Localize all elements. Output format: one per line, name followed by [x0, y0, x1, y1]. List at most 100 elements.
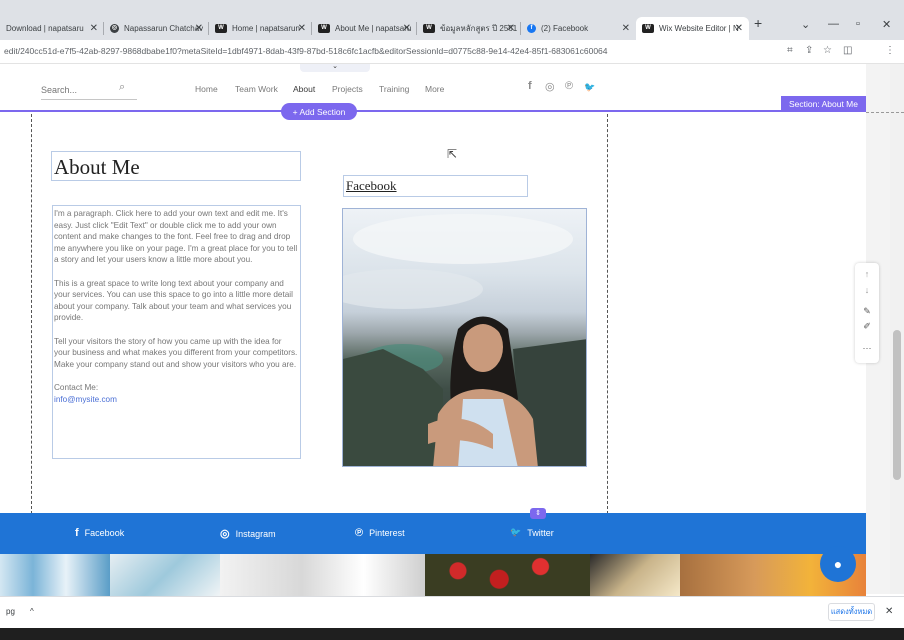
gallery-image[interactable]	[110, 554, 220, 596]
contact-label: Contact Me:	[54, 382, 99, 392]
minimize-button[interactable]: —	[828, 18, 839, 30]
tab-close-icon[interactable]: ✕	[195, 23, 203, 34]
bottom-edge	[0, 628, 904, 640]
menu-kebab-icon[interactable]: ⋮	[885, 45, 895, 56]
chat-bubble-icon: ●	[833, 556, 843, 572]
grid-guide-right	[607, 114, 608, 514]
facebook-link[interactable]: Facebook	[343, 175, 528, 197]
pinterest-icon: ℗	[355, 527, 364, 539]
twitter-icon: 🐦	[510, 527, 522, 537]
facebook-icon[interactable]: f	[528, 80, 532, 92]
footer-pinterest-link[interactable]: ℗ Pinterest	[355, 527, 405, 539]
gallery-image[interactable]	[220, 554, 425, 596]
tab-label: Download | napatsaru	[6, 24, 84, 33]
nav-about[interactable]: About	[293, 84, 315, 94]
footer-instagram-link[interactable]: ◎ Instagram	[220, 527, 276, 540]
tab-facebook[interactable]: f (2) Facebook ✕	[521, 17, 636, 40]
section-label[interactable]: Section: About Me	[781, 96, 866, 111]
page-title[interactable]: About Me	[51, 151, 301, 181]
show-all-button[interactable]: แสดงทั้งหมด	[828, 603, 875, 621]
footer-link-label: Facebook	[84, 528, 125, 538]
wix-icon: W	[215, 24, 227, 33]
social-footer	[0, 513, 866, 554]
scrollbar-track[interactable]	[890, 64, 904, 594]
facebook-icon: f	[527, 24, 536, 33]
close-download-bar-icon[interactable]: ✕	[885, 606, 893, 617]
tab-close-icon[interactable]: ✕	[507, 23, 515, 34]
add-section-button[interactable]: + Add Section	[281, 103, 357, 120]
section-divider	[0, 110, 866, 112]
grid-guide-top	[866, 112, 904, 113]
address-bar[interactable]: edit/240cc51d-e7f5-42ab-8297-9868dbabe1f…	[0, 40, 904, 98]
instagram-icon[interactable]: ◎	[545, 80, 555, 93]
nav-projects[interactable]: Projects	[332, 84, 363, 94]
tab-close-icon[interactable]: ✕	[298, 23, 306, 34]
tab-about-me[interactable]: W About Me | napatsaru ✕	[312, 17, 417, 40]
bookmark-star-icon[interactable]: ☆	[823, 45, 832, 56]
about-paragraph[interactable]: I'm a paragraph. Click here to add your …	[52, 205, 301, 459]
nav-team-work[interactable]: Team Work	[235, 84, 278, 94]
globe-icon: ◎	[110, 24, 119, 33]
nav-home[interactable]: Home	[195, 84, 218, 94]
wix-icon: W	[318, 24, 330, 33]
tab-home[interactable]: W Home | napatsarun ✕	[209, 17, 312, 40]
section-resize-handle[interactable]: ⇕	[530, 508, 546, 519]
facebook-icon: f	[75, 527, 79, 539]
share-icon[interactable]: ⇪	[805, 45, 813, 56]
tab-label: Wix Website Editor | N	[659, 24, 739, 33]
tab-label: About Me | napatsaru	[335, 24, 412, 33]
url-text[interactable]: edit/240cc51d-e7f5-42ab-8297-9868dbabe1f…	[4, 46, 608, 56]
tab-close-icon[interactable]: ✕	[403, 23, 411, 34]
more-options-icon[interactable]: ···	[855, 343, 879, 353]
new-tab-button[interactable]: +	[754, 15, 762, 31]
footer-link-label: Twitter	[527, 527, 554, 538]
header-drag-handle[interactable]: ⌄	[300, 63, 370, 72]
tab-download[interactable]: Download | napatsaru ✕	[0, 17, 104, 40]
side-panel-icon[interactable]: ◫	[843, 45, 852, 56]
tab-curriculum[interactable]: W ข้อมูลหลักสูตร ปี 2561 | ✕	[417, 17, 521, 40]
scrollbar-thumb[interactable]	[893, 330, 901, 480]
gallery-image[interactable]	[590, 554, 680, 596]
nav-more[interactable]: More	[425, 84, 444, 94]
tab-wix-editor[interactable]: W Wix Website Editor | N ✕	[636, 17, 749, 40]
design-brush-icon[interactable]: ✐	[855, 321, 879, 332]
footer-link-label: Instagram	[235, 528, 276, 539]
paragraph-2: This is a great space to write long text…	[54, 278, 293, 323]
portrait-illustration	[343, 214, 586, 466]
edit-pencil-icon[interactable]: ✎	[855, 306, 879, 317]
grid-guide-left	[31, 114, 32, 514]
footer-twitter-link[interactable]: 🐦 Twitter	[510, 527, 554, 538]
side-toolbar: ↑ ↓ ✎ ✐ ···	[855, 263, 879, 363]
image-gallery-strip[interactable]	[0, 554, 866, 596]
tab-label: Napassarun Chatchav	[124, 24, 204, 33]
twitter-icon[interactable]: 🐦	[584, 82, 595, 93]
move-up-icon[interactable]: ↑	[855, 269, 879, 279]
nav-training[interactable]: Training	[379, 84, 409, 94]
profile-photo[interactable]	[342, 208, 587, 467]
tab-close-icon[interactable]: ✕	[735, 23, 743, 34]
gallery-image[interactable]	[0, 554, 110, 596]
tab-label: (2) Facebook	[541, 24, 589, 33]
tab-napassarun[interactable]: ◎ Napassarun Chatchav ✕	[104, 17, 209, 40]
tab-label: Home | napatsarun	[232, 24, 300, 33]
tab-close-icon[interactable]: ✕	[622, 23, 630, 34]
close-window-button[interactable]: ✕	[882, 18, 891, 31]
search-icon[interactable]: ⌕	[119, 81, 125, 94]
tab-search-icon[interactable]: ⌄	[801, 18, 810, 31]
paragraph-3: Tell your visitors the story of how you …	[54, 336, 298, 369]
contact-email[interactable]: info@mysite.com	[54, 394, 299, 406]
restore-button[interactable]: ▫	[856, 18, 860, 30]
tab-close-icon[interactable]: ✕	[90, 23, 98, 34]
gallery-image[interactable]	[425, 554, 590, 596]
download-bar	[0, 596, 904, 628]
paragraph-1: I'm a paragraph. Click here to add your …	[54, 209, 298, 265]
footer-facebook-link[interactable]: f Facebook	[75, 527, 124, 539]
mouse-cursor-icon: ⇱	[447, 147, 458, 161]
chat-button[interactable]: ●	[820, 546, 856, 582]
move-down-icon[interactable]: ↓	[855, 285, 879, 295]
download-file-label[interactable]: pg	[6, 607, 15, 616]
chevron-up-icon[interactable]: ^	[30, 607, 34, 616]
footer-link-label: Pinterest	[369, 528, 405, 538]
translate-icon[interactable]: ⌗	[787, 45, 793, 56]
pinterest-icon[interactable]: ℗	[565, 80, 573, 92]
